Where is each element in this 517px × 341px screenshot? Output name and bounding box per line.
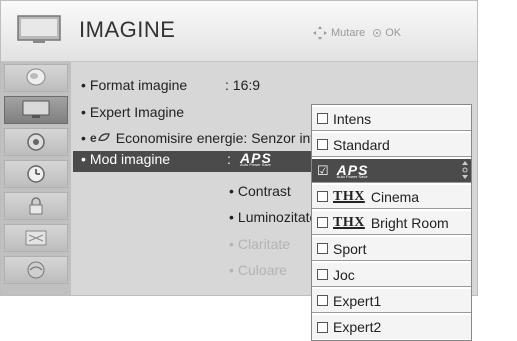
checkbox xyxy=(317,321,328,333)
option-label: Joc xyxy=(333,266,355,283)
option-expert1[interactable]: Expert1 xyxy=(312,289,471,313)
option-standard[interactable]: Standard xyxy=(312,133,471,157)
scroll-indicator-icon xyxy=(462,161,468,179)
satellite-dish-icon xyxy=(26,68,46,86)
tv-icon xyxy=(17,15,61,43)
sidebar-item-lock[interactable] xyxy=(4,192,68,220)
format-label: Format imagine xyxy=(89,77,188,93)
checkbox xyxy=(317,269,328,280)
sidebar-item-setup[interactable] xyxy=(4,64,68,92)
navigation-hint: Mutare OK xyxy=(313,26,401,40)
menu-item-picture-mode[interactable]: • Mod imagine : APS Auto Power Save xyxy=(81,150,271,167)
speaker-icon xyxy=(27,133,45,151)
svg-text:e: e xyxy=(90,132,97,144)
sharpness-label: Claritate xyxy=(237,236,291,252)
clock-icon xyxy=(27,165,45,183)
option-label: Expert2 xyxy=(333,319,382,335)
category-sidebar xyxy=(1,62,71,295)
network-icon xyxy=(27,261,45,279)
sidebar-item-network[interactable] xyxy=(4,256,68,284)
ok-button-icon xyxy=(373,29,382,37)
sidebar-item-picture[interactable] xyxy=(4,96,68,124)
menu-item-contrast[interactable]: • Contrast xyxy=(229,183,291,199)
picture-mode-dropdown: Intens Standard ☑ APS Auto Power Save TH… xyxy=(311,104,472,341)
option-label: Intens xyxy=(333,110,372,127)
option-expert2[interactable]: Expert2 xyxy=(312,315,471,339)
aps-logo-icon: APS Auto Power Save xyxy=(337,161,371,181)
menu-item-sharpness: • Claritate xyxy=(229,236,291,252)
checkbox xyxy=(317,217,328,228)
color-label: Culoare xyxy=(237,262,287,278)
aps-logo-icon: APS Auto Power Save xyxy=(240,149,274,169)
checkbox xyxy=(317,295,328,306)
option-thx-cinema[interactable]: THX Cinema xyxy=(312,185,471,209)
option-joc[interactable]: Joc xyxy=(312,263,471,287)
energy-label: Economisire energie: Senzor inteli xyxy=(115,130,329,146)
mode-label: Mod imagine xyxy=(89,151,171,167)
sidebar-item-option[interactable] xyxy=(4,224,68,252)
menu-item-format[interactable]: • Format imagine : 16:9 xyxy=(81,77,260,93)
mode-sep: : xyxy=(227,151,231,167)
sidebar-item-audio[interactable] xyxy=(4,128,68,156)
nav-hint-label: Mutare xyxy=(331,27,366,39)
menu-item-brightness[interactable]: • Luminozitate xyxy=(229,209,317,225)
option-label: Cinema xyxy=(370,188,420,205)
brightness-label: Luminozitate xyxy=(237,209,318,225)
navigation-arrows-icon xyxy=(313,26,327,40)
menu-header: IMAGINE Mutare OK xyxy=(1,1,477,62)
checkbox xyxy=(317,191,328,202)
menu-item-energy-saving[interactable]: • e Economisire energie: Senzor inteli xyxy=(81,130,328,146)
menu-item-color: • Culoare xyxy=(229,262,287,278)
ok-hint-label: OK xyxy=(385,27,402,39)
thx-logo-icon: THX xyxy=(333,188,365,204)
option-aps[interactable]: ☑ APS Auto Power Save xyxy=(312,159,471,183)
menu-item-expert[interactable]: • Expert Imagine xyxy=(81,104,184,120)
options-icon xyxy=(25,230,47,246)
contrast-label: Contrast xyxy=(237,183,291,199)
page-title: IMAGINE xyxy=(79,17,176,42)
lock-icon xyxy=(29,197,43,215)
monitor-icon xyxy=(22,100,50,118)
expert-label: Expert Imagine xyxy=(89,104,185,120)
format-value: : 16:9 xyxy=(225,77,261,93)
energy-saving-icon: e xyxy=(90,131,110,145)
option-label: Expert1 xyxy=(333,292,382,309)
option-label: Standard xyxy=(333,136,390,153)
sidebar-item-time[interactable] xyxy=(4,160,68,188)
aps-caption: Auto Power Save xyxy=(336,173,368,179)
checkmark-icon: ☑ xyxy=(317,162,329,178)
option-label: Bright Room xyxy=(370,214,449,231)
aps-caption: Auto Power Save xyxy=(240,162,271,167)
option-thx-bright-room[interactable]: THX Bright Room xyxy=(312,211,471,235)
checkbox xyxy=(317,113,328,124)
checkbox xyxy=(317,139,328,150)
thx-logo-icon: THX xyxy=(333,214,365,230)
checkbox xyxy=(317,243,328,254)
option-sport[interactable]: Sport xyxy=(312,237,471,261)
option-intens[interactable]: Intens xyxy=(312,107,471,131)
option-label: Sport xyxy=(333,240,367,257)
